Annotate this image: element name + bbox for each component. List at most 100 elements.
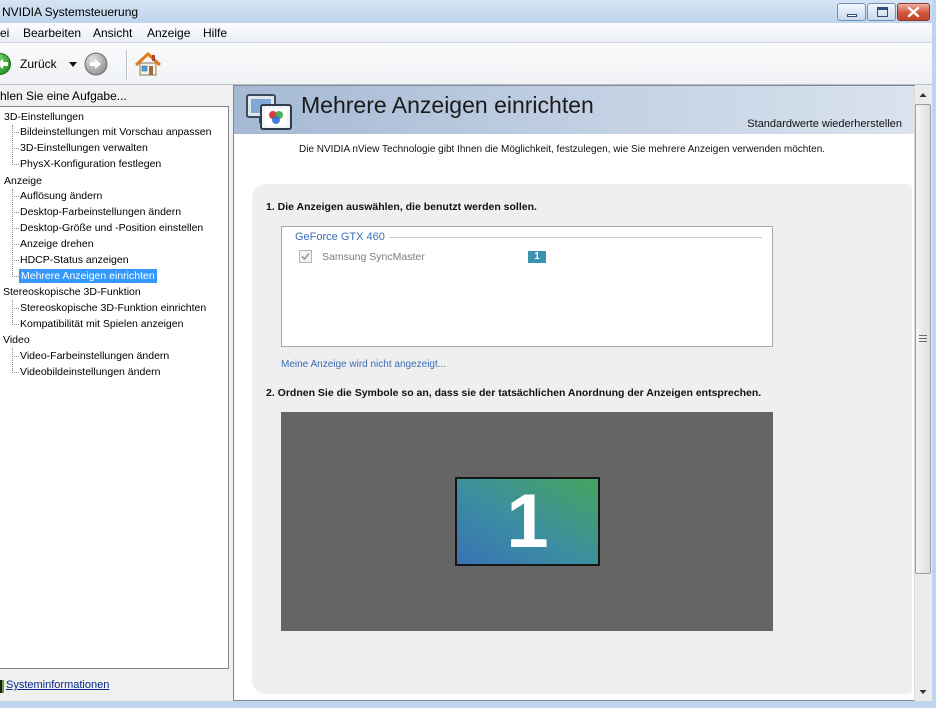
tree-item-image-settings-preview[interactable]: Bildeinstellungen mit Vorschau anpassen — [20, 124, 211, 140]
chevron-down-icon[interactable] — [69, 62, 77, 67]
tree-connector — [12, 324, 19, 325]
menu-display[interactable]: Anzeige — [147, 26, 190, 40]
tree-item-label: Desktop-Farbeinstellungen ändern — [20, 206, 182, 218]
tree-category-label: Anzeige — [4, 175, 42, 187]
back-label: Zurück — [20, 57, 57, 71]
back-button[interactable]: Zurück — [0, 51, 60, 77]
tree-connector — [12, 260, 19, 261]
menu-view[interactable]: Ansicht — [93, 26, 132, 40]
menu-file[interactable]: ei — [0, 26, 9, 40]
toolbar: Zurück — [0, 43, 932, 85]
tree-item-multiple-displays[interactable]: Mehrere Anzeigen einrichten — [19, 268, 157, 284]
gpu-name: GeForce GTX 460 — [295, 231, 385, 243]
scrollbar-grip — [919, 335, 927, 336]
tree-item-desktop-size-position[interactable]: Desktop-Größe und -Position einstellen — [20, 220, 203, 236]
tree-item-hdcp-status[interactable]: HDCP-Status anzeigen — [20, 252, 129, 268]
tree-connector — [12, 348, 13, 373]
window-title: NVIDIA Systemsteuerung — [2, 5, 139, 19]
menu-bar: ei Bearbeiten Ansicht Anzeige Hilfe — [0, 23, 932, 43]
back-arrow-icon — [0, 53, 11, 75]
task-tree: 3D-Einstellungen Bildeinstellungen mit V… — [0, 106, 229, 669]
display-tile[interactable]: 1 — [455, 477, 600, 566]
tree-item-rotate-display[interactable]: Anzeige drehen — [20, 236, 94, 252]
tree-item-manage-3d-settings[interactable]: 3D-Einstellungen verwalten — [20, 140, 148, 156]
home-icon[interactable] — [135, 51, 161, 77]
page-description: Die NVIDIA nView Technologie gibt Ihnen … — [299, 144, 826, 155]
tree-item-label: HDCP-Status anzeigen — [20, 254, 129, 266]
task-header: hlen Sie eine Aufgabe... — [0, 89, 127, 103]
minimize-icon — [847, 14, 857, 17]
tree-category-label: 3D-Einstellungen — [4, 111, 84, 123]
maximize-icon — [877, 7, 888, 17]
tree-item-setup-stereoscopic-3d[interactable]: Stereoskopische 3D-Funktion einrichten — [20, 300, 206, 316]
display-name: Samsung SyncMaster — [322, 251, 425, 263]
tree-item-physx-config[interactable]: PhysX-Konfiguration festlegen — [20, 156, 161, 172]
tree-connector — [12, 196, 19, 197]
tree-item-label: Auflösung ändern — [20, 190, 103, 202]
close-button[interactable] — [897, 3, 930, 21]
tree-connector — [12, 148, 19, 149]
system-info-link[interactable]: Systeminformationen — [6, 679, 109, 691]
forward-arrow-icon[interactable] — [84, 52, 108, 76]
minimize-button[interactable] — [837, 3, 866, 21]
tree-item-video-color[interactable]: Video-Farbeinstellungen ändern — [20, 348, 169, 364]
checkmark-icon — [301, 252, 310, 261]
tree-category-label: Stereoskopische 3D-Funktion — [3, 286, 141, 298]
tree-connector — [12, 189, 13, 277]
window-frame-bottom — [0, 701, 936, 708]
scroll-down-icon[interactable] — [915, 684, 931, 700]
toolbar-separator — [126, 50, 127, 80]
title-bar[interactable]: NVIDIA Systemsteuerung — [0, 0, 936, 23]
tree-item-game-compatibility[interactable]: Kompatibilität mit Spielen anzeigen — [20, 316, 183, 332]
tree-item-video-image[interactable]: Videobildeinstellungen ändern — [20, 364, 161, 380]
tree-connector — [12, 132, 19, 133]
tree-item-label: PhysX-Konfiguration festlegen — [20, 158, 162, 170]
tree-item-label: Stereoskopische 3D-Funktion einrichten — [20, 302, 207, 314]
tree-category-label: Video — [3, 334, 30, 346]
tree-connector — [12, 308, 19, 309]
group-divider — [389, 237, 762, 238]
display-list-box — [281, 226, 773, 347]
tree-connector — [12, 356, 19, 357]
tree-connector — [12, 276, 19, 277]
close-icon — [907, 6, 920, 18]
scrollbar-grip — [919, 338, 927, 339]
system-info-icon — [0, 680, 4, 693]
scrollbar-grip — [919, 341, 927, 342]
tree-connector — [12, 228, 19, 229]
tree-item-label: Videobildeinstellungen ändern — [20, 366, 161, 378]
tree-connector — [12, 125, 13, 165]
tree-connector — [12, 164, 19, 165]
section-select-displays-title: 1. Die Anzeigen auswählen, die benutzt w… — [266, 201, 537, 213]
tree-connector — [12, 300, 13, 325]
tree-item-label: Anzeige drehen — [20, 238, 94, 250]
maximize-button[interactable] — [867, 3, 896, 21]
restore-defaults-link[interactable]: Standardwerte wiederherstellen — [700, 118, 902, 130]
tree-category-stereoscopic-3d[interactable]: Stereoskopische 3D-Funktion — [3, 284, 141, 300]
scrollbar-thumb[interactable] — [915, 104, 931, 574]
display-number-badge: 1 — [528, 251, 546, 263]
tree-connector — [12, 244, 19, 245]
menu-help[interactable]: Hilfe — [203, 26, 227, 40]
window-frame-right — [932, 0, 936, 708]
tree-connector — [12, 212, 19, 213]
tree-item-label-selected: Mehrere Anzeigen einrichten — [19, 269, 157, 283]
tree-category-3d-settings[interactable]: 3D-Einstellungen — [4, 109, 84, 125]
tree-category-video[interactable]: Video — [3, 332, 30, 348]
page-title: Mehrere Anzeigen einrichten — [301, 92, 594, 118]
scroll-up-icon[interactable] — [915, 87, 931, 103]
tree-item-change-resolution[interactable]: Auflösung ändern — [20, 188, 102, 204]
tree-item-label: Video-Farbeinstellungen ändern — [20, 350, 170, 362]
missing-display-link[interactable]: Meine Anzeige wird nicht angezeigt... — [281, 359, 446, 370]
tree-item-label: Kompatibilität mit Spielen anzeigen — [20, 318, 184, 330]
tree-item-label: Bildeinstellungen mit Vorschau anpassen — [20, 126, 212, 138]
tree-category-display[interactable]: Anzeige — [4, 173, 42, 189]
display-checkbox[interactable] — [299, 250, 312, 263]
tree-item-desktop-color[interactable]: Desktop-Farbeinstellungen ändern — [20, 204, 181, 220]
multiple-displays-icon — [246, 94, 292, 130]
tree-item-label: Desktop-Größe und -Position einstellen — [20, 222, 204, 234]
section-arrange-displays-title: 2. Ordnen Sie die Symbole so an, dass si… — [266, 387, 762, 399]
tree-item-label: 3D-Einstellungen verwalten — [20, 142, 148, 154]
menu-edit[interactable]: Bearbeiten — [23, 26, 81, 40]
tree-connector — [12, 372, 19, 373]
